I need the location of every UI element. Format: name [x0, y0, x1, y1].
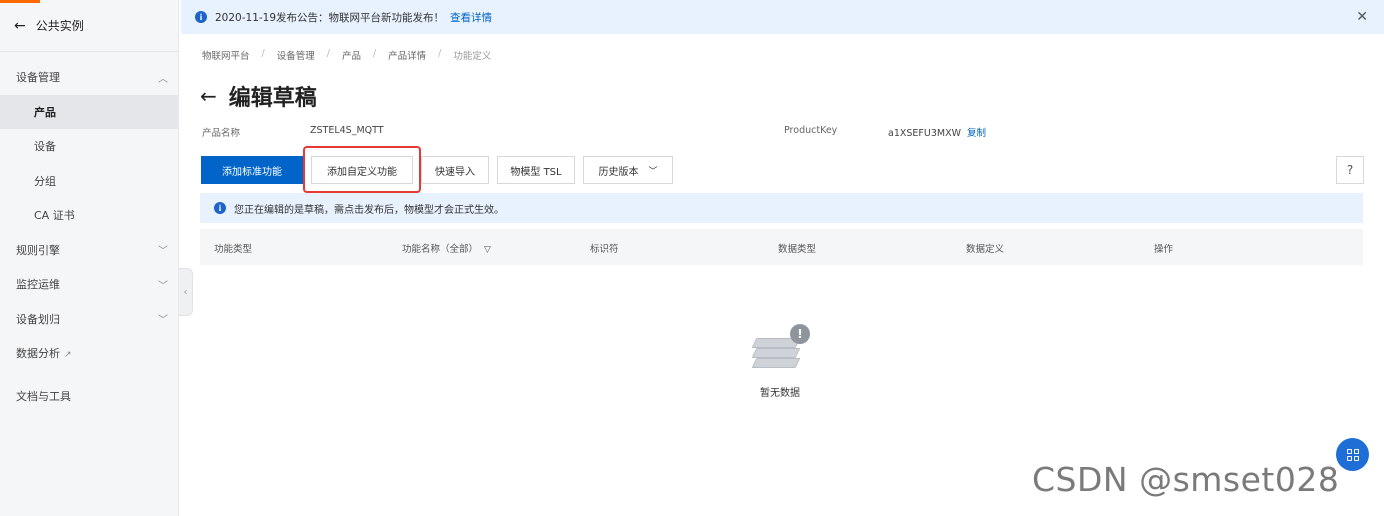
breadcrumb-separator: /: [438, 48, 442, 59]
sidebar-group-device-assignment[interactable]: 设备划归 ﹀: [0, 302, 178, 337]
sidebar-item-group[interactable]: 分组: [0, 164, 178, 199]
table-header: 功能类型 功能名称（全部） ▽ 标识符 数据类型 数据定义 操作: [200, 229, 1363, 265]
empty-data-icon: !: [750, 324, 810, 372]
breadcrumb: 物联网平台 / 设备管理 / 产品 / 产品详情 / 功能定义: [202, 48, 503, 62]
toolbar: 添加标准功能 添加自定义功能 快速导入 物模型 TSL 历史版本 ﹀ ?: [201, 146, 1364, 193]
column-header-function-type: 功能类型: [214, 244, 253, 255]
column-header-actions: 操作: [1154, 244, 1174, 255]
page-header: ← 编辑草稿: [200, 80, 317, 112]
sidebar-group-device-management[interactable]: 设备管理 ︿: [0, 60, 178, 95]
sidebar-item-label: 产品: [34, 105, 56, 119]
column-header-label: 功能名称（全部）: [402, 244, 479, 255]
chevron-left-icon: ‹: [183, 286, 188, 298]
announcement-text: 2020-11-19发布公告：物联网平台新功能发布！: [215, 11, 445, 24]
product-name-label: 产品名称: [202, 128, 241, 139]
tsl-model-button[interactable]: 物模型 TSL: [497, 156, 575, 184]
breadcrumb-item[interactable]: 产品详情: [388, 48, 426, 62]
product-key-label: ProductKey: [784, 125, 838, 136]
sidebar-item-label: 数据分析: [16, 347, 60, 361]
sidebar-item-label: 文档与工具: [16, 389, 71, 403]
grid-icon: [1346, 448, 1359, 461]
sidebar: ← 公共实例 设备管理 ︿ 产品 设备 分组 CA 证书 规则引擎 ﹀ 监控运维…: [0, 0, 179, 516]
breadcrumb-separator: /: [326, 48, 330, 59]
sidebar-group-rule-engine[interactable]: 规则引擎 ﹀: [0, 233, 178, 268]
back-label: 公共实例: [35, 19, 84, 33]
product-key-value-group: a1XSEFU3MXW 复制: [888, 125, 986, 139]
info-icon: i: [195, 11, 207, 23]
sidebar-item-label: 设备管理: [16, 71, 60, 85]
sidebar-collapse-handle[interactable]: ‹: [179, 268, 193, 316]
column-header-data-definition: 数据定义: [966, 244, 1005, 255]
breadcrumb-separator: /: [372, 48, 377, 59]
column-header-function-name[interactable]: 功能名称（全部） ▽: [402, 241, 491, 255]
sidebar-item-label: CA 证书: [34, 209, 75, 223]
help-button[interactable]: ?: [1336, 156, 1364, 184]
announcement-details-link[interactable]: 查看详情: [450, 10, 492, 25]
filter-icon[interactable]: ▽: [484, 245, 491, 255]
external-link-icon: ↗: [64, 350, 72, 361]
announcement-bar: i 2020-11-19发布公告：物联网平台新功能发布！ 查看详情 ✕: [181, 0, 1384, 34]
sidebar-item-label: 分组: [34, 174, 56, 188]
empty-state-text: 暂无数据: [760, 388, 800, 399]
arrow-left-icon: ←: [14, 17, 26, 34]
column-header-data-type: 数据类型: [778, 244, 817, 255]
sidebar-item-data-analysis[interactable]: 数据分析 ↗: [0, 336, 178, 371]
breadcrumb-current: 功能定义: [453, 51, 492, 62]
sidebar-item-ca-cert[interactable]: CA 证书: [0, 198, 178, 233]
close-icon[interactable]: ✕: [1356, 9, 1368, 25]
column-header-identifier: 标识符: [590, 244, 619, 255]
breadcrumb-item[interactable]: 产品: [342, 48, 361, 62]
sidebar-group-monitoring[interactable]: 监控运维 ﹀: [0, 267, 178, 302]
info-icon: i: [214, 202, 226, 214]
sidebar-item-product[interactable]: 产品: [0, 94, 178, 129]
draft-tip-bar: i 您正在编辑的是草稿，需点击发布后，物模型才会正式生效。: [200, 193, 1363, 223]
exclamation-icon: !: [790, 324, 810, 344]
empty-state: ! 暂无数据: [740, 324, 820, 399]
brand-accent: [0, 0, 40, 3]
sidebar-item-label: 设备: [34, 140, 56, 154]
chevron-up-icon: ︿: [158, 73, 168, 85]
sidebar-item-label: 设备划归: [16, 312, 60, 326]
sidebar-item-device[interactable]: 设备: [0, 129, 178, 164]
add-standard-function-button[interactable]: 添加标准功能: [201, 156, 303, 184]
back-arrow-icon[interactable]: ←: [200, 84, 217, 108]
chevron-down-icon: ﹀: [158, 315, 168, 327]
page-title: 编辑草稿: [228, 86, 317, 111]
product-name-value: ZSTEL4S_MQTT: [310, 125, 384, 136]
sidebar-item-docs-tools[interactable]: 文档与工具: [0, 379, 178, 414]
back-to-instance-link[interactable]: ← 公共实例: [0, 0, 178, 52]
history-version-label: 历史版本: [598, 166, 639, 178]
highlight-box: [303, 146, 421, 193]
breadcrumb-item[interactable]: 物联网平台: [202, 48, 250, 62]
watermark: CSDN @smset028: [1032, 460, 1340, 499]
app-grid-button[interactable]: [1336, 438, 1369, 471]
sidebar-item-label: 监控运维: [16, 278, 60, 292]
sidebar-item-label: 规则引擎: [16, 243, 60, 257]
product-key-value: a1XSEFU3MXW: [888, 128, 961, 139]
history-version-dropdown[interactable]: 历史版本 ﹀: [583, 156, 673, 184]
breadcrumb-separator: /: [261, 48, 265, 59]
chevron-down-icon: ﹀: [158, 280, 168, 292]
breadcrumb-item[interactable]: 设备管理: [277, 48, 315, 62]
draft-tip-text: 您正在编辑的是草稿，需点击发布后，物模型才会正式生效。: [234, 204, 504, 216]
quick-import-button[interactable]: 快速导入: [421, 156, 489, 184]
chevron-down-icon: ﹀: [648, 166, 658, 177]
copy-button[interactable]: 复制: [967, 128, 986, 139]
chevron-down-icon: ﹀: [158, 246, 168, 258]
